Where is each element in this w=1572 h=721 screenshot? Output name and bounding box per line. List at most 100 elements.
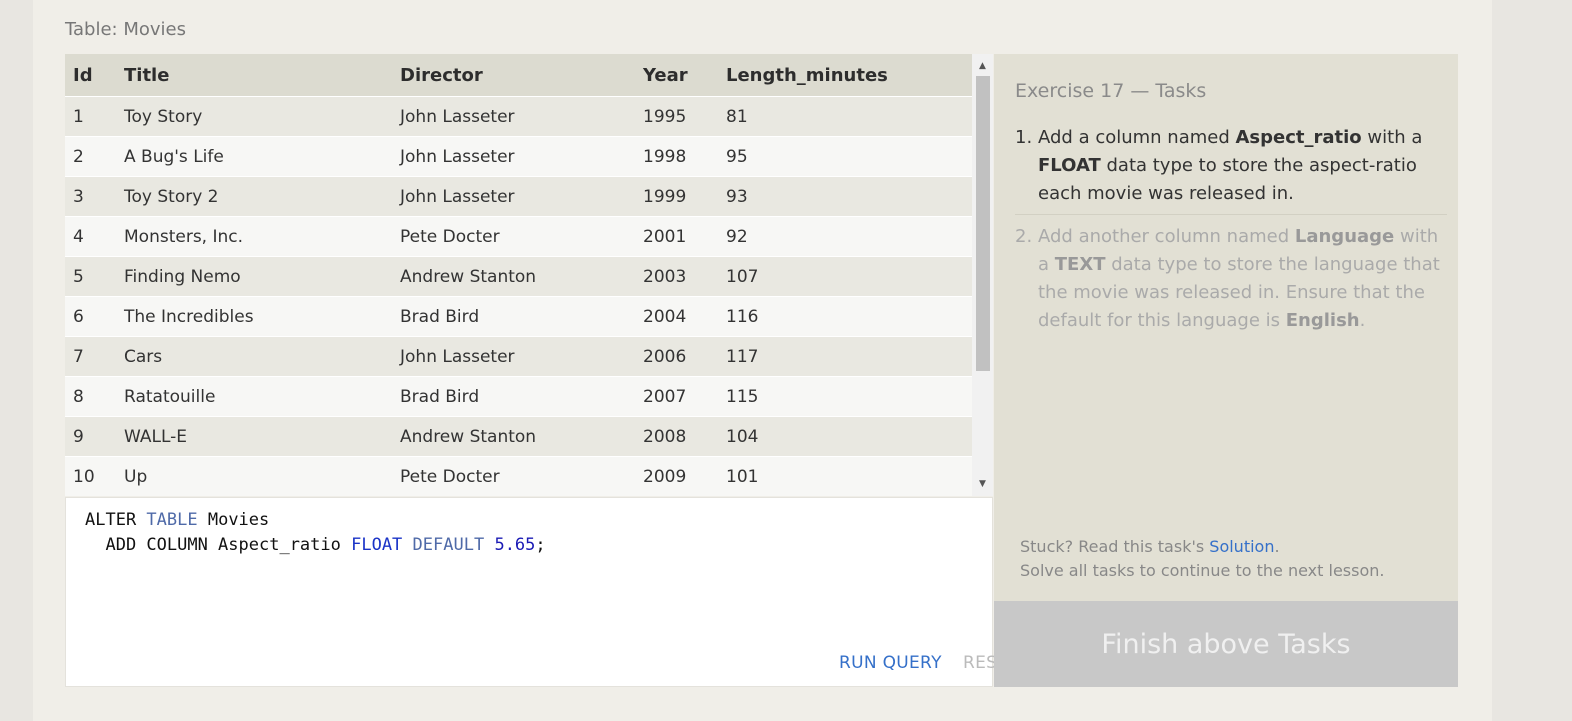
table-cell: Toy Story 2 <box>116 176 392 217</box>
table-row: 1 Toy Story John Lasseter 1995 81 <box>65 96 972 137</box>
table-cell: Monsters, Inc. <box>116 216 392 257</box>
task-text: with a <box>1361 127 1423 148</box>
tasks-list: 1. Add a column named Aspect_ratio with a… <box>1015 124 1447 335</box>
table-cell: 5 <box>65 256 116 297</box>
task-number: 2. <box>1015 226 1033 247</box>
code-text: Movies <box>197 510 270 530</box>
table-cell: John Lasseter <box>392 176 635 217</box>
table-cell: 107 <box>718 256 972 297</box>
table-cell: 101 <box>718 456 972 496</box>
table-cell: 10 <box>65 456 116 496</box>
table-cell: 8 <box>65 376 116 417</box>
table-cell: Up <box>116 456 392 496</box>
column-header: Title <box>116 54 392 97</box>
sql-editor[interactable]: ALTER TABLE Movies ADD COLUMN Aspect_rat… <box>65 497 1019 687</box>
table-cell: WALL-E <box>116 416 392 457</box>
table-cell: Pete Docter <box>392 216 635 257</box>
finish-tasks-button: Finish above Tasks <box>994 601 1458 687</box>
table-cell: 4 <box>65 216 116 257</box>
table-cell: 2003 <box>635 256 718 297</box>
code-text: ; <box>535 535 546 555</box>
table-cell: 3 <box>65 176 116 217</box>
column-header: Year <box>635 54 718 97</box>
table-cell: 92 <box>718 216 972 257</box>
code-text: ALTER <box>85 510 147 530</box>
table-cell: John Lasseter <box>392 96 635 137</box>
task-highlight: Aspect_ratio <box>1235 127 1362 148</box>
table-cell: 116 <box>718 296 972 337</box>
tasks-title: Exercise 17 — Tasks <box>1015 80 1207 102</box>
code-keyword: FLOAT <box>351 535 403 555</box>
table-cell: John Lasseter <box>392 336 635 377</box>
table-cell: John Lasseter <box>392 136 635 177</box>
run-query-button[interactable]: RUN QUERY <box>839 653 942 673</box>
table-row: 9 WALL-E Andrew Stanton 2008 104 <box>65 416 972 457</box>
table-row: 5 Finding Nemo Andrew Stanton 2003 107 <box>65 256 972 297</box>
stuck-line: Stuck? Read this task's Solution. <box>1020 535 1384 559</box>
solution-link[interactable]: Solution <box>1209 537 1274 556</box>
table-cell: 115 <box>718 376 972 417</box>
table-cell: The Incredibles <box>116 296 392 337</box>
table-cell: 117 <box>718 336 972 377</box>
task-highlight: English <box>1285 310 1360 331</box>
scroll-up-arrow-icon[interactable]: ▲ <box>972 56 993 76</box>
table-row: 8 Ratatouille Brad Bird 2007 115 <box>65 376 972 417</box>
table-cell: 95 <box>718 136 972 177</box>
table-cell: Andrew Stanton <box>392 416 635 457</box>
table-row: 4 Monsters, Inc. Pete Docter 2001 92 <box>65 216 972 257</box>
lesson-page: Table: Movies Id Title Director Year Len… <box>33 0 1492 721</box>
sql-code[interactable]: ALTER TABLE Movies ADD COLUMN Aspect_rat… <box>85 508 546 558</box>
scroll-down-arrow-icon[interactable]: ▼ <box>972 474 993 494</box>
table-row: 10 Up Pete Docter 2009 101 <box>65 456 972 496</box>
column-header: Id <box>65 54 116 97</box>
table-cell: 2007 <box>635 376 718 417</box>
movies-table: Id Title Director Year Length_minutes 1T… <box>65 54 972 496</box>
code-number: 5.65 <box>494 535 536 555</box>
table-row: 6 The Incredibles Brad Bird 2004 116 <box>65 296 972 337</box>
table-cell: 6 <box>65 296 116 337</box>
results-table-panel: Id Title Director Year Length_minutes 1T… <box>65 54 993 496</box>
table-cell: 2 <box>65 136 116 177</box>
code-keyword: DEFAULT <box>412 535 485 555</box>
table-cell: 2009 <box>635 456 718 496</box>
table-cell: 1999 <box>635 176 718 217</box>
task-item-1: 1. Add a column named Aspect_ratio with a… <box>1015 124 1447 215</box>
table-scrollbar[interactable]: ▲ ▼ <box>972 54 993 496</box>
table-cell: Toy Story <box>116 96 392 137</box>
table-cell: 1995 <box>635 96 718 137</box>
table-cell: 1 <box>65 96 116 137</box>
table-cell: 2001 <box>635 216 718 257</box>
table-cell: Ratatouille <box>116 376 392 417</box>
table-cell: Andrew Stanton <box>392 256 635 297</box>
table-cell: 93 <box>718 176 972 217</box>
column-header: Director <box>392 54 635 97</box>
column-header: Length_minutes <box>718 54 972 97</box>
task-highlight: FLOAT <box>1038 155 1101 176</box>
table-caption: Table: Movies <box>65 19 186 40</box>
task-highlight: TEXT <box>1054 254 1106 275</box>
table-cell: 2008 <box>635 416 718 457</box>
table-row: 2A Bug's Life John Lasseter 1998 95 <box>65 136 972 177</box>
table-cell: 1998 <box>635 136 718 177</box>
task-number: 1. <box>1015 127 1033 148</box>
table-header-row: Id Title Director Year Length_minutes <box>65 54 972 97</box>
code-keyword: TABLE <box>146 510 198 530</box>
table-row: 3 Toy Story 2 John Lasseter 1999 93 <box>65 176 972 217</box>
table-cell: 104 <box>718 416 972 457</box>
task-text: . <box>1359 310 1366 331</box>
table-cell: Brad Bird <box>392 296 635 337</box>
table-cell: 7 <box>65 336 116 377</box>
stuck-help: Stuck? Read this task's Solution. Solve … <box>1020 535 1384 583</box>
table-cell: 2006 <box>635 336 718 377</box>
table-cell: 2004 <box>635 296 718 337</box>
task-highlight: Language <box>1294 226 1395 247</box>
code-text: ADD COLUMN Aspect_ratio <box>85 535 352 555</box>
scroll-thumb[interactable] <box>976 76 990 371</box>
table-cell: Pete Docter <box>392 456 635 496</box>
stuck-suffix: . <box>1274 537 1280 556</box>
tasks-panel: Exercise 17 — Tasks 1. Add a column named… <box>994 54 1458 601</box>
table-cell: Finding Nemo <box>116 256 392 297</box>
table-cell: 9 <box>65 416 116 457</box>
